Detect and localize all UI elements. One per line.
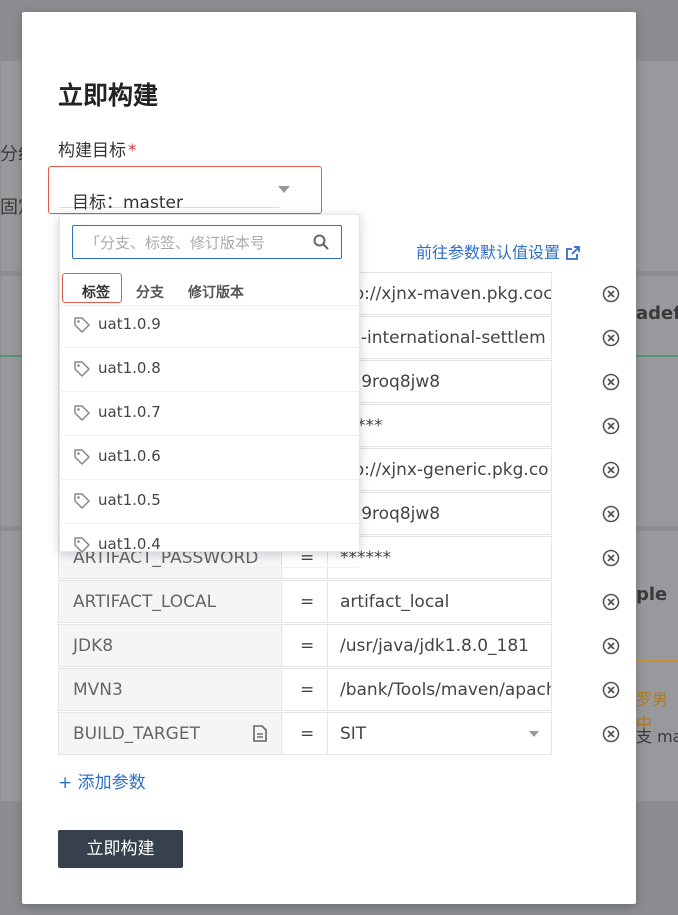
target-select-value: 目标：master xyxy=(72,193,183,213)
tab-tags[interactable]: 标签 xyxy=(82,282,110,302)
param-equals: = xyxy=(282,712,328,755)
remove-param-icon[interactable] xyxy=(602,417,620,435)
remove-param-icon[interactable] xyxy=(602,725,620,743)
tag-label: uat1.0.8 xyxy=(98,359,161,377)
tag-icon xyxy=(74,317,90,333)
background-divider xyxy=(636,660,678,662)
param-value[interactable]: /bank/Tools/maven/apach xyxy=(328,668,552,711)
param-value-text: /bank/Tools/maven/apach xyxy=(340,680,552,700)
param-value[interactable]: /usr/java/jdk1.8.0_181 xyxy=(328,624,552,667)
background-text: ple xyxy=(636,584,668,605)
add-param-button[interactable]: + 添加参数 xyxy=(58,768,146,793)
remove-param-icon[interactable] xyxy=(602,549,620,567)
param-key-text: JDK8 xyxy=(73,636,114,656)
param-row: JDK8 = /usr/java/jdk1.8.0_181 xyxy=(58,624,620,667)
tag-label: uat1.0.6 xyxy=(98,447,161,465)
param-value[interactable]: SIT xyxy=(328,712,552,755)
param-value[interactable]: ag9roq8jw8 xyxy=(328,492,552,535)
background-divider xyxy=(0,355,22,357)
tag-list-item[interactable]: uat1.0.9 xyxy=(60,303,359,348)
document-icon[interactable] xyxy=(253,725,267,742)
dropdown-search[interactable] xyxy=(72,225,342,259)
chevron-down-icon[interactable] xyxy=(278,186,290,193)
tag-label: uat1.0.9 xyxy=(98,315,161,333)
param-key[interactable]: BUILD_TARGET xyxy=(58,712,282,755)
param-value[interactable]: ttp://xjnx-maven.pkg.coc xyxy=(328,272,552,315)
dropdown-tabs: 标签 分支 修订版本 xyxy=(60,277,359,306)
param-value-text: /usr/java/jdk1.8.0_181 xyxy=(340,636,529,656)
equals-sign: = xyxy=(300,680,315,700)
tag-icon xyxy=(74,449,90,465)
chevron-down-icon[interactable] xyxy=(529,731,539,737)
equals-sign: = xyxy=(300,636,315,656)
tab-branches[interactable]: 分支 xyxy=(136,282,164,302)
tag-icon xyxy=(74,537,90,553)
remove-param-icon[interactable] xyxy=(602,681,620,699)
param-value[interactable]: ***** xyxy=(328,404,552,447)
build-now-button[interactable]: 立即构建 xyxy=(58,830,183,868)
param-row: MVN3 = /bank/Tools/maven/apach xyxy=(58,668,620,711)
tag-list-item[interactable]: uat1.0.4 xyxy=(60,523,359,568)
remove-param-icon[interactable] xyxy=(602,593,620,611)
modal-title: 立即构建 xyxy=(58,81,159,110)
remove-param-icon[interactable] xyxy=(602,329,620,347)
param-key[interactable]: JDK8 xyxy=(58,624,282,667)
remove-param-icon[interactable] xyxy=(602,505,620,523)
param-value[interactable]: artifact_local xyxy=(328,580,552,623)
search-icon xyxy=(313,234,329,250)
required-mark: * xyxy=(128,141,137,161)
param-value-text: SIT xyxy=(340,724,367,744)
remove-param-icon[interactable] xyxy=(602,461,620,479)
background-divider xyxy=(636,355,678,357)
tag-icon xyxy=(74,493,90,509)
remove-param-icon[interactable] xyxy=(602,373,620,391)
tag-list-item[interactable]: uat1.0.7 xyxy=(60,391,359,436)
param-equals: = xyxy=(282,624,328,667)
tag-label: uat1.0.7 xyxy=(98,403,161,421)
param-defaults-link[interactable]: 前往参数默认值设置 xyxy=(416,239,580,263)
build-target-label: 构建目标 * xyxy=(58,141,137,161)
external-link-icon xyxy=(566,246,580,260)
param-key[interactable]: MVN3 xyxy=(58,668,282,711)
param-row: ARTIFACT_LOCAL = artifact_local xyxy=(58,580,620,623)
param-value[interactable]: ag9roq8jw8 xyxy=(328,360,552,403)
target-dropdown: 标签 分支 修订版本 uat1.0.9 uat1.0.8 uat1.0.7 uat1.… xyxy=(59,214,360,568)
tag-label: uat1.0.4 xyxy=(98,535,161,553)
tag-list-item[interactable]: uat1.0.5 xyxy=(60,479,359,524)
tag-list-item[interactable]: uat1.0.8 xyxy=(60,347,359,392)
equals-sign: = xyxy=(300,724,315,744)
tag-icon xyxy=(74,405,90,421)
tag-label: uat1.0.5 xyxy=(98,491,161,509)
tag-list-item[interactable]: uat1.0.6 xyxy=(60,435,359,480)
param-key-text: BUILD_TARGET xyxy=(73,724,200,744)
param-value-text: ttp://xjnx-maven.pkg.coc xyxy=(340,284,552,304)
param-value[interactable]: ****** xyxy=(328,536,552,579)
param-value[interactable]: nx-international-settlem xyxy=(328,316,552,359)
param-value-text: artifact_local xyxy=(340,592,450,612)
tag-icon xyxy=(74,361,90,377)
param-row: BUILD_TARGET = SIT xyxy=(58,712,620,755)
dropdown-search-input[interactable] xyxy=(83,230,311,256)
remove-param-icon[interactable] xyxy=(602,285,620,303)
param-equals: = xyxy=(282,668,328,711)
background-text: 支 ma xyxy=(636,727,678,746)
param-key-text: ARTIFACT_LOCAL xyxy=(73,592,217,612)
param-value-text: nx-international-settlem xyxy=(340,328,546,348)
tab-revisions[interactable]: 修订版本 xyxy=(188,282,244,302)
param-key-text: MVN3 xyxy=(73,680,123,700)
background-text: adefi xyxy=(636,303,678,324)
param-value[interactable]: ttp://xjnx-generic.pkg.co xyxy=(328,448,552,491)
equals-sign: = xyxy=(300,592,315,612)
param-equals: = xyxy=(282,580,328,623)
param-key[interactable]: ARTIFACT_LOCAL xyxy=(58,580,282,623)
param-value-text: ttp://xjnx-generic.pkg.co xyxy=(340,460,549,480)
remove-param-icon[interactable] xyxy=(602,637,620,655)
